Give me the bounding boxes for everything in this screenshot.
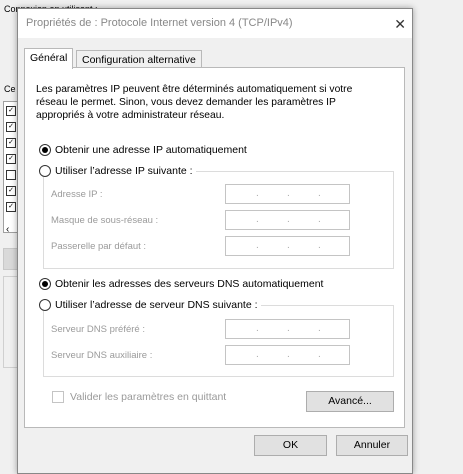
background-checkbox: ✓ — [6, 186, 16, 196]
dns-manual-radio[interactable] — [39, 299, 51, 311]
ip-separator: . — [256, 323, 259, 334]
intro-line: Les paramètres IP peuvent être déterminé… — [36, 84, 353, 95]
background-checkbox: ✓ — [6, 106, 16, 116]
ip-separator: . — [256, 349, 259, 360]
alternate-dns-label: Serveur DNS auxiliaire : — [51, 350, 153, 361]
dns-auto-label: Obtenir les adresses des serveurs DNS au… — [55, 278, 324, 290]
dialog-title: Propriétés de : Protocole Internet versi… — [26, 17, 293, 29]
ip-auto-label: Obtenir une adresse IP automatiquement — [55, 144, 247, 156]
general-tab-panel: Les paramètres IP peuvent être déterminé… — [24, 67, 405, 428]
ok-button[interactable]: OK — [254, 435, 327, 456]
dns-manual-label: Utiliser l’adresse de serveur DNS suivan… — [55, 299, 258, 311]
ip-separator: . — [256, 214, 259, 225]
ip-separator: . — [256, 240, 259, 251]
ip-auto-radio[interactable] — [39, 144, 51, 156]
preferred-dns-label: Serveur DNS préféré : — [51, 324, 145, 335]
background-side-label: Ce — [4, 84, 16, 94]
ipv4-properties-dialog: Propriétés de : Protocole Internet versi… — [17, 8, 413, 474]
ip-separator: . — [287, 323, 290, 334]
intro-line: appropriés à votre administrateur réseau… — [36, 110, 225, 121]
preferred-dns-input[interactable]: . . . — [225, 319, 350, 339]
ip-auto-option[interactable]: Obtenir une adresse IP automatiquement — [39, 144, 247, 156]
dns-auto-option[interactable]: Obtenir les adresses des serveurs DNS au… — [39, 278, 323, 290]
validate-settings-option[interactable]: Valider les paramètres en quittant — [52, 391, 226, 403]
ip-separator: . — [318, 188, 321, 199]
ip-separator: . — [318, 240, 321, 251]
ip-address-input[interactable]: . . . — [225, 184, 350, 204]
cancel-button[interactable]: Annuler — [336, 435, 408, 456]
background-checkbox: ✓ — [6, 138, 16, 148]
intro-text: Les paramètres IP peuvent être déterminé… — [36, 83, 386, 122]
tab-general[interactable]: Général — [24, 48, 74, 69]
ip-separator: . — [287, 349, 290, 360]
ip-separator: . — [287, 214, 290, 225]
ip-separator: . — [318, 323, 321, 334]
dns-manual-group — [43, 305, 394, 377]
ip-separator: . — [318, 349, 321, 360]
background-checkbox — [6, 170, 16, 180]
validate-settings-label: Valider les paramètres en quittant — [70, 391, 227, 403]
intro-line: réseau le permet. Sinon, vous devez dema… — [36, 97, 336, 108]
ip-separator: . — [256, 188, 259, 199]
ip-separator: . — [287, 188, 290, 199]
dns-manual-option[interactable]: Utiliser l’adresse de serveur DNS suivan… — [39, 299, 261, 311]
ip-separator: . — [287, 240, 290, 251]
ip-separator: . — [318, 214, 321, 225]
dns-auto-radio[interactable] — [39, 278, 51, 290]
advanced-button[interactable]: Avancé... — [306, 391, 394, 412]
validate-settings-checkbox[interactable] — [52, 391, 64, 403]
subnet-mask-label: Masque de sous-réseau : — [51, 215, 159, 226]
ip-manual-radio[interactable] — [39, 165, 51, 177]
close-icon[interactable]: ✕ — [394, 16, 406, 33]
background-checkbox: ✓ — [6, 122, 16, 132]
alternate-dns-input[interactable]: . . . — [225, 345, 350, 365]
background-checkbox: ✓ — [6, 202, 16, 212]
ip-manual-option[interactable]: Utiliser l’adresse IP suivante : — [39, 165, 196, 177]
default-gateway-input[interactable]: . . . — [225, 236, 350, 256]
chevron-left-icon: ‹ — [6, 224, 10, 235]
ip-manual-label: Utiliser l’adresse IP suivante : — [55, 165, 193, 177]
background-checkbox: ✓ — [6, 154, 16, 164]
default-gateway-label: Passerelle par défaut : — [51, 241, 147, 252]
ip-address-label: Adresse IP : — [51, 189, 103, 200]
dialog-titlebar: Propriétés de : Protocole Internet versi… — [18, 9, 412, 38]
subnet-mask-input[interactable]: . . . — [225, 210, 350, 230]
